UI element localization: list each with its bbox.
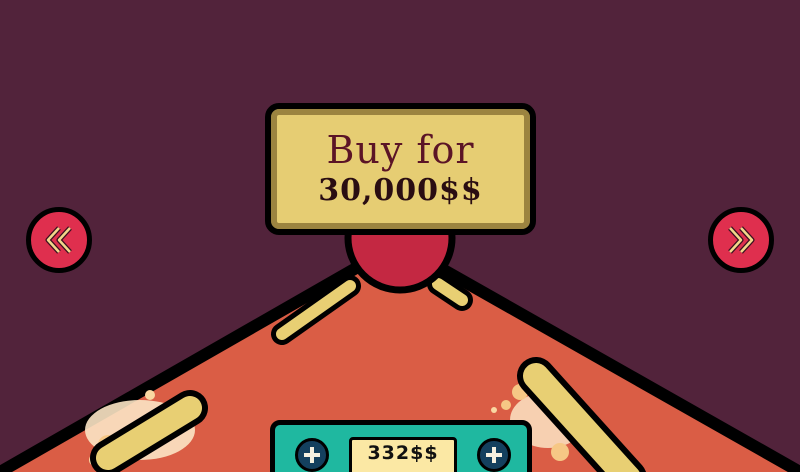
buy-button[interactable]: Buy for 30,000$$ [265,103,536,235]
buy-price: 30,000$$ [318,173,483,208]
balance-display: 332$$ [349,437,457,472]
pinball-table-preview [0,182,800,472]
balance-amount: 332$$ [367,442,439,464]
wallet-panel: 332$$ [270,420,532,472]
double-chevron-left-icon [45,226,72,254]
previous-table-button[interactable] [26,207,92,273]
buy-label: Buy for [326,128,475,172]
double-chevron-right-icon [728,226,755,254]
add-currency-button-right[interactable] [477,438,511,472]
plus-icon [304,447,320,463]
next-table-button[interactable] [708,207,774,273]
add-currency-button-left[interactable] [295,438,329,472]
shop-screen: Buy for 30,000$$ 332$$ [0,0,800,472]
plus-icon [486,447,502,463]
